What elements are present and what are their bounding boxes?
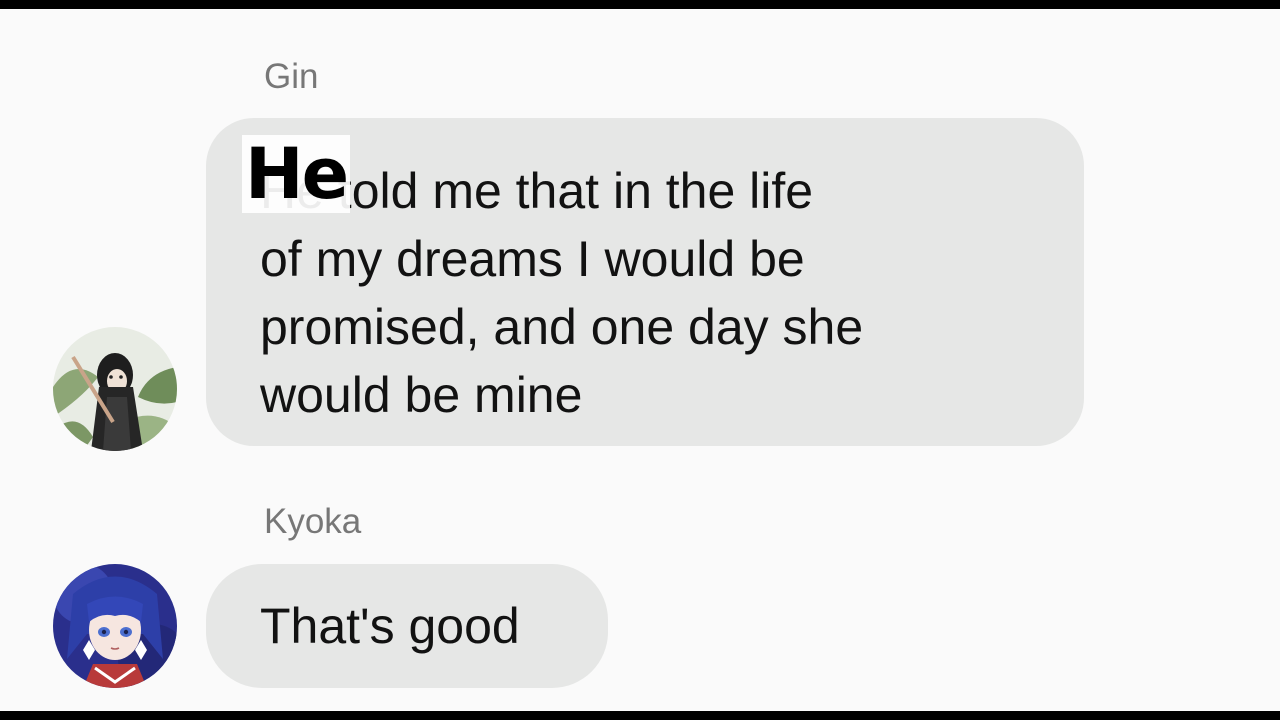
chat-screen: Gin He told me that in the life of my dr… (0, 9, 1280, 711)
message-line: That's good (260, 598, 520, 654)
video-frame: Gin He told me that in the life of my dr… (0, 0, 1280, 720)
message-line: He told me that in the life (260, 163, 814, 219)
message-bubble-gin: He told me that in the life of my dreams… (206, 118, 1084, 446)
message-line: promised, and one day she (260, 299, 864, 355)
sender-name-kyoka: Kyoka (264, 502, 362, 541)
message-line: would be mine (260, 367, 583, 423)
gin-avatar-icon[interactable] (53, 327, 177, 451)
sender-name-gin: Gin (264, 57, 319, 96)
message-bubble-kyoka: That's good (206, 564, 608, 688)
message-line: of my dreams I would be (260, 231, 805, 287)
kyoka-avatar-icon[interactable] (53, 564, 177, 688)
caption-overlay-word: He (242, 135, 351, 213)
